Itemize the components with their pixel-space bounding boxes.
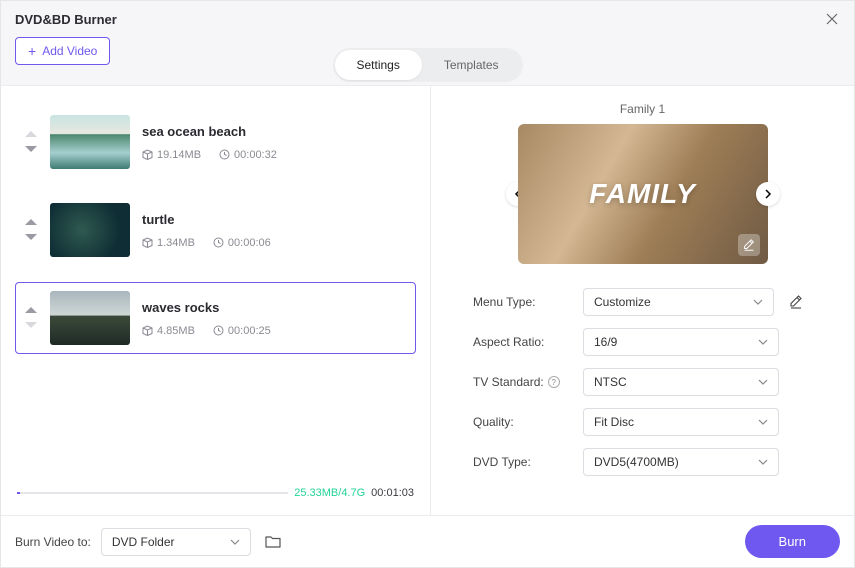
video-duration: 00:00:32 [234,149,277,161]
browse-folder-button[interactable] [261,530,285,554]
video-thumbnail [50,203,130,257]
disc-usage-bar [17,492,288,494]
video-title: sea ocean beach [142,124,277,139]
edit-menu-type-button[interactable] [788,294,804,310]
burn-target-label: Burn Video to: [15,535,91,549]
window-title: DVD&BD Burner [15,12,117,27]
edit-menu-button[interactable] [738,234,760,256]
select-tv-standard[interactable]: NTSC [583,368,779,396]
menu-preview[interactable]: FAMILY [518,124,768,264]
video-item[interactable]: sea ocean beach 19.14MB 00:00:32 [15,106,416,178]
preview-overlay-text: FAMILY [589,178,696,210]
plus-icon: + [28,44,36,58]
move-up-button [24,128,38,141]
select-quality[interactable]: Fit Disc [583,408,779,436]
chevron-down-icon [758,377,768,387]
move-up-button[interactable] [24,304,38,317]
add-video-button[interactable]: + Add Video [15,37,110,65]
move-down-button [24,319,38,332]
select-menu-type[interactable]: Customize [583,288,774,316]
size-icon [142,325,153,336]
move-down-button[interactable] [24,143,38,156]
add-video-label: Add Video [42,44,97,58]
chevron-down-icon [758,417,768,427]
move-up-button[interactable] [24,216,38,229]
video-size: 1.34MB [157,237,195,249]
video-item[interactable]: waves rocks 4.85MB 00:00:25 [15,282,416,354]
size-icon [142,149,153,160]
video-title: waves rocks [142,300,271,315]
chevron-down-icon [230,537,240,547]
tab-settings[interactable]: Settings [334,50,421,80]
video-duration: 00:00:25 [228,325,271,337]
video-size: 4.85MB [157,325,195,337]
clock-icon [219,149,230,160]
video-duration: 00:00:06 [228,237,271,249]
burn-button[interactable]: Burn [745,525,840,558]
label-menu-type: Menu Type: [473,295,573,309]
video-thumbnail [50,115,130,169]
clock-icon [213,237,224,248]
label-dvd-type: DVD Type: [473,455,573,469]
total-duration: 00:01:03 [371,487,414,499]
label-aspect-ratio: Aspect Ratio: [473,335,573,349]
chevron-down-icon [758,457,768,467]
select-aspect-ratio[interactable]: 16/9 [583,328,779,356]
preview-next-button[interactable] [756,182,780,206]
chevron-down-icon [758,337,768,347]
preview-title: Family 1 [455,102,830,116]
chevron-down-icon [753,297,763,307]
video-list: sea ocean beach 19.14MB 00:00:32 turtle 1.34… [15,106,416,465]
size-icon [142,237,153,248]
label-tv-standard: TV Standard: ? [473,375,573,389]
help-icon[interactable]: ? [548,376,560,388]
move-down-button[interactable] [24,231,38,244]
video-item[interactable]: turtle 1.34MB 00:00:06 [15,194,416,266]
video-thumbnail [50,291,130,345]
clock-icon [213,325,224,336]
video-title: turtle [142,212,271,227]
select-dvd-type[interactable]: DVD5(4700MB) [583,448,779,476]
label-quality: Quality: [473,415,573,429]
tab-switcher: Settings Templates [332,48,522,82]
select-burn-target[interactable]: DVD Folder [101,528,251,556]
disc-usage-text: 25.33MB/4.7G [294,487,365,499]
video-size: 19.14MB [157,149,201,161]
close-button[interactable] [824,11,840,27]
tab-templates[interactable]: Templates [422,50,521,80]
